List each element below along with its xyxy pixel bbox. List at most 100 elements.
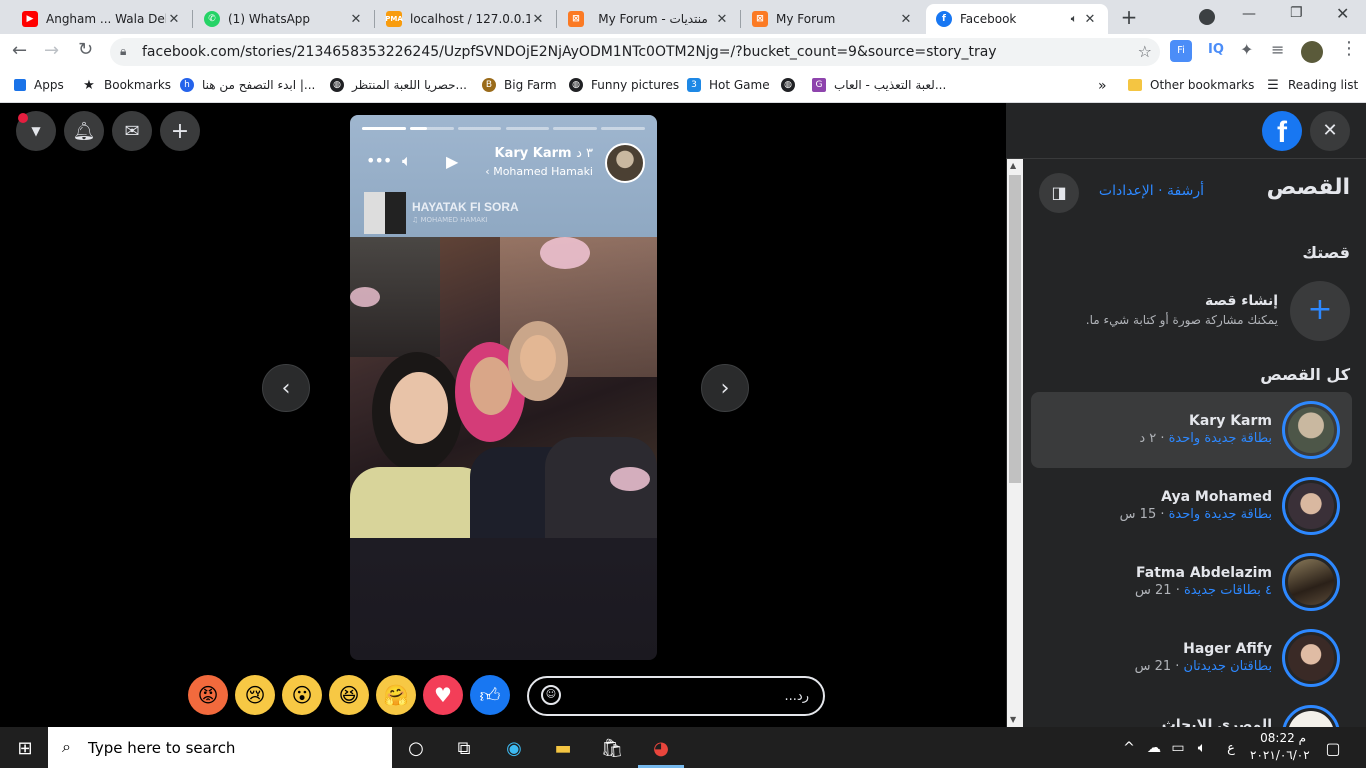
tab-my-forum[interactable]: ⊠ My Forum ✕ [742,4,924,34]
reply-input[interactable]: ☺ رد... [527,676,825,716]
iq-extension-icon[interactable]: IQ [1208,42,1224,57]
bookmark-torture-game[interactable]: G لعبة التعذيب - العاب... [812,78,946,92]
minimize-button[interactable]: — [1242,6,1256,22]
close-window-button[interactable]: ✕ [1336,4,1349,23]
store-icon[interactable]: 🛍︎ [599,735,625,761]
new-tab-button[interactable]: + [1118,6,1140,28]
close-icon[interactable]: ✕ [1310,111,1350,151]
story-card[interactable]: ٣ د Kary Karm ‹ Mohamed Hamaki ▶ 🔈︎ ••• … [350,115,657,660]
task-view-icon[interactable]: ⧉ [451,735,477,761]
more-bookmarks-icon[interactable]: » [1098,78,1107,94]
play-icon[interactable]: ▶ [446,152,460,171]
like-reaction-icon[interactable]: 👍︎ [470,675,510,715]
media-control-icon[interactable]: ≡ [1271,40,1284,59]
sticker-icon[interactable]: ☺ [541,685,561,705]
account-menu-button[interactable]: ▼ [16,111,56,151]
show-hidden-icons[interactable]: ^ [1116,735,1142,761]
create-story-title[interactable]: إنشاء قصة [1205,293,1278,309]
lock-icon[interactable]: 🔒︎ [120,44,126,59]
speaker-icon[interactable]: 🔈︎ [1066,12,1082,26]
reload-icon[interactable]: ↻ [78,39,93,60]
bookmark-other[interactable]: Other bookmarks [1128,78,1254,92]
maximize-button[interactable]: ❐ [1290,5,1303,21]
close-tab-icon[interactable]: ✕ [530,12,546,27]
bookmark-hot-game[interactable]: 3 Hot Game [687,78,770,92]
close-tab-icon[interactable]: ✕ [1082,12,1098,27]
more-options-icon[interactable]: ••• [366,151,392,170]
forward-icon[interactable]: → [44,40,59,61]
facebook-logo[interactable]: f [1262,111,1302,151]
network-icon[interactable]: ▭ [1165,735,1191,761]
tab-whatsapp[interactable]: ✆ (1) WhatsApp ✕ [194,4,374,34]
bookmark-big-farm[interactable]: B Big Farm [482,78,557,92]
author-avatar[interactable] [605,143,645,183]
song-artist-sub: ♫ MOHAMED HAMAKI [412,216,488,224]
profile-avatar[interactable] [1301,41,1323,63]
tab-facebook[interactable]: f Facebook 🔈︎ ✕ [926,4,1108,34]
music-artist[interactable]: ‹ Mohamed Hamaki [485,165,593,178]
notifications-button[interactable]: 🔔︎ [64,111,104,151]
reading-list[interactable]: ☰ Reading list [1266,78,1358,93]
bookmark-bookmarks[interactable]: ★ Bookmarks [82,78,171,93]
puzzle-icon[interactable]: ✦ [1240,40,1253,59]
globe-icon: ◍ [569,78,583,92]
messenger-button[interactable]: ✉︎ [112,111,152,151]
taskbar-search[interactable]: ⌕ Type here to search [48,727,392,768]
scrollbar[interactable]: ▲ ▼ [1007,159,1023,727]
bookmark-funny-pictures[interactable]: ◍ Funny pictures [569,78,679,92]
edge-icon[interactable]: ◉ [501,735,527,761]
haha-reaction-icon[interactable]: 😆 [329,675,369,715]
close-tab-icon[interactable]: ✕ [898,12,914,27]
bookmark-start[interactable]: h ابدء التصفح من هنا |... [180,78,315,92]
tab-localhost[interactable]: PMA localhost / 127.0.0.1 / ✕ [376,4,556,34]
file-explorer-icon[interactable]: ▬ [550,735,576,761]
notification-center-icon[interactable]: ▢ [1320,735,1346,761]
sad-reaction-icon[interactable]: 😢 [235,675,275,715]
close-tab-icon[interactable]: ✕ [714,12,730,27]
song-title: HAYATAK FI SORA [412,200,519,214]
angry-reaction-icon[interactable]: 😡 [188,675,228,715]
story-list-item[interactable]: Kary Karm بطاقة جديدة واحدة · ٢ د [1031,392,1352,468]
input-language[interactable]: ع [1218,735,1244,761]
url-text[interactable]: facebook.com/stories/2134658353226245/Uz… [142,44,997,60]
tab-youtube[interactable]: ▶ Angham ... Wala Deble ✕ [12,4,192,34]
bookmark-star-icon[interactable]: ☆ [1138,42,1152,61]
clock-time[interactable]: 08:22 م [1254,731,1306,745]
tab-search-icon[interactable] [1199,9,1215,25]
bookmark-globe[interactable]: ◍ [781,78,803,92]
previous-story-button[interactable]: ‹ [262,364,310,412]
close-tab-icon[interactable]: ✕ [166,12,182,27]
volume-icon[interactable]: 🔈︎ [402,151,412,171]
create-story-button[interactable]: + [1290,281,1350,341]
chrome-icon[interactable]: ◕ [648,735,674,761]
love-reaction-icon[interactable]: ♥ [423,675,463,715]
windows-start-icon[interactable]: ⊞ [12,735,38,761]
care-reaction-icon[interactable]: 🤗 [376,675,416,715]
close-tab-icon[interactable]: ✕ [348,12,364,27]
sidebar-toggle-icon[interactable]: ◨ [1039,173,1079,213]
scrollbar-thumb[interactable] [1009,175,1021,483]
onedrive-icon[interactable]: ☁︎ [1141,735,1167,761]
bookmark-exclusive[interactable]: ◍ حصريا اللعبة المنتظر... [330,78,467,92]
back-icon[interactable]: ← [12,40,27,61]
bookmark-apps[interactable]: Apps [14,78,64,92]
scroll-down-icon[interactable]: ▼ [1010,715,1016,724]
create-button[interactable]: + [160,111,200,151]
menu-icon[interactable]: ⋮ [1340,38,1358,59]
story-list-item[interactable]: Hager Afify بطاقتان جديدتان · 21 س [1031,620,1352,696]
extension-icon[interactable]: Fi [1170,40,1192,62]
clock-date[interactable]: ٢٠٢١/٠٦/٠٢ [1250,748,1310,762]
story-list-item[interactable]: Fatma Abdelazim ٤ بطاقات جديدة · 21 س [1031,544,1352,620]
volume-icon[interactable]: 🔈︎ [1189,735,1215,761]
story-list-item[interactable]: المصري للإبحاث [1031,696,1352,727]
next-story-button[interactable]: › [701,364,749,412]
address-bar[interactable]: 🔒︎ facebook.com/stories/2134658353226245… [110,38,1160,66]
wow-reaction-icon[interactable]: 😮 [282,675,322,715]
cortana-icon[interactable]: ○ [403,735,429,761]
tab-my-forum-ar[interactable]: ⊠ My Forum - منتديات ✕ [558,4,740,34]
story-list-item[interactable]: Aya Mohamed بطاقة جديدة واحدة · 15 س [1031,468,1352,544]
archive-settings-links[interactable]: أرشفة · الإعدادات [1099,183,1204,199]
scroll-up-icon[interactable]: ▲ [1010,161,1016,170]
story-author[interactable]: ٣ د Kary Karm [495,146,594,161]
progress-fill [409,127,428,130]
